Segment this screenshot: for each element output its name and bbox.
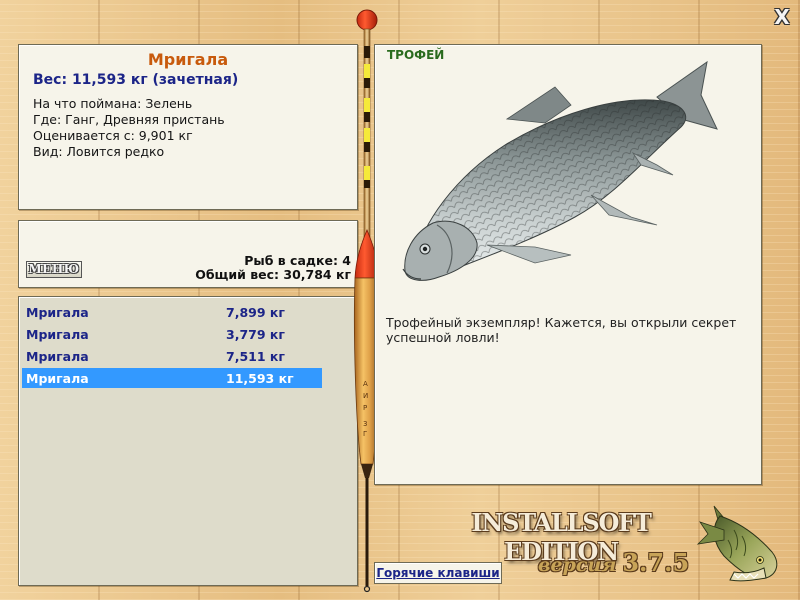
catch-row[interactable]: Мригала 3,779 кг bbox=[22, 324, 322, 344]
svg-text:3: 3 bbox=[363, 420, 367, 428]
trophy-message: Трофейный экземпляр! Кажется, вы открыли… bbox=[386, 315, 737, 345]
trophy-panel: ТРОФЕЙ Трофейный экземпляр! Кажется, вы … bbox=[374, 44, 762, 485]
catch-weight: 7,899 кг bbox=[226, 305, 285, 320]
catch-row[interactable]: Мригала 7,511 кг bbox=[22, 346, 322, 366]
svg-text:А: А bbox=[363, 380, 368, 388]
catch-name: Мригала bbox=[26, 349, 89, 364]
catch-weight: 11,593 кг bbox=[226, 371, 294, 386]
version-label: версия bbox=[538, 554, 617, 576]
rarity-line: Вид: Ловится редко bbox=[33, 144, 165, 159]
catch-weight: 7,511 кг bbox=[226, 349, 285, 364]
cage-summary-panel: МЕНЮ Рыб в садке: 4 Общий вес: 30,784 кг bbox=[18, 220, 358, 288]
catch-list-panel: Мригала 7,899 кг Мригала 3,779 кг Мригал… bbox=[18, 296, 358, 586]
catch-name: Мригала bbox=[26, 327, 89, 342]
catch-name: Мригала bbox=[26, 305, 89, 320]
fish-count: Рыб в садке: 4 bbox=[244, 253, 351, 268]
svg-text:И: И bbox=[363, 392, 368, 400]
fish-image bbox=[402, 60, 718, 281]
svg-text:Г: Г bbox=[363, 430, 367, 438]
version-line: версия 3.7.5 bbox=[538, 548, 689, 577]
menu-button[interactable]: МЕНЮ bbox=[26, 261, 82, 278]
total-weight: Общий вес: 30,784 кг bbox=[195, 267, 351, 282]
pike-logo-icon bbox=[696, 505, 778, 582]
trophy-threshold-line: Оценивается с: 9,901 кг bbox=[33, 128, 193, 143]
fish-title: Мригала bbox=[147, 50, 229, 69]
svg-text:Р: Р bbox=[363, 404, 367, 412]
close-button[interactable]: X bbox=[770, 6, 794, 28]
location-line: Где: Ганг, Древняя пристань bbox=[33, 112, 225, 127]
fish-weight: Вес: 11,593 кг (зачетная) bbox=[33, 72, 239, 88]
version-number: 3.7.5 bbox=[622, 548, 690, 577]
catch-row-selected[interactable]: Мригала 11,593 кг bbox=[22, 368, 322, 388]
catch-name: Мригала bbox=[26, 371, 89, 386]
catch-weight: 3,779 кг bbox=[226, 327, 285, 342]
bait-line: На что поймана: Зелень bbox=[33, 96, 193, 111]
fish-info-panel: Мригала Вес: 11,593 кг (зачетная) На что… bbox=[18, 44, 358, 210]
close-icon: X bbox=[774, 5, 790, 29]
catch-row[interactable]: Мригала 7,899 кг bbox=[22, 302, 322, 322]
